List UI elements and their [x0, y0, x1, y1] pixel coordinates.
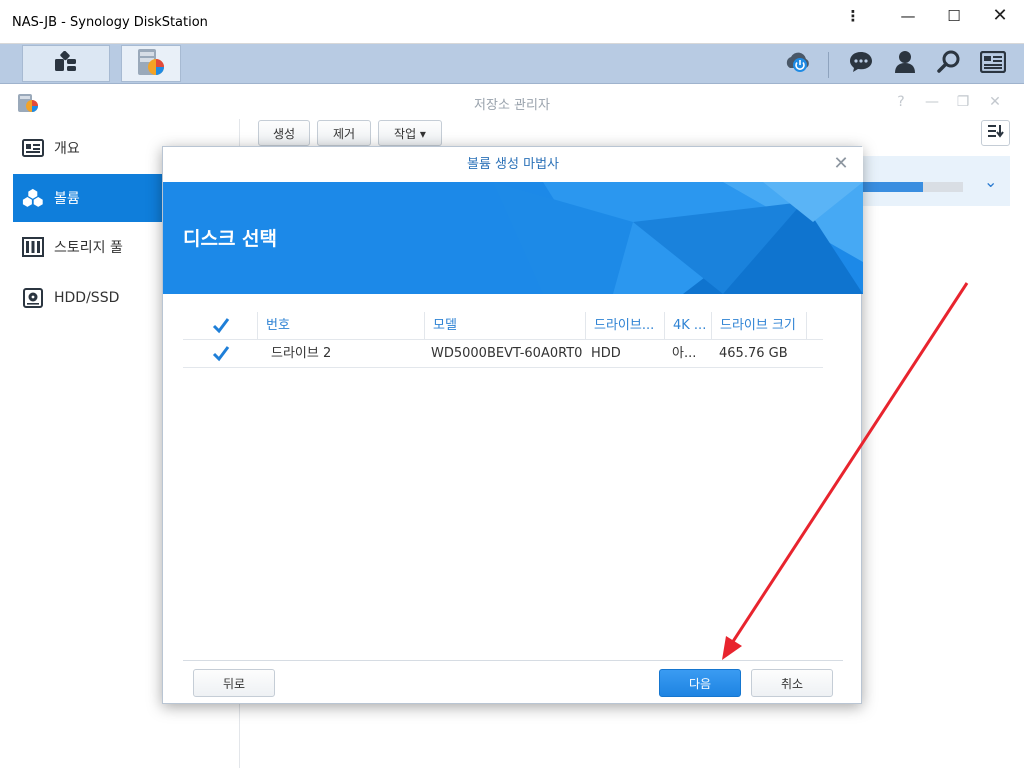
app-title: 저장소 관리자: [474, 98, 550, 113]
window-close-button[interactable]: ✕: [980, 6, 1020, 26]
create-button[interactable]: 생성: [258, 120, 310, 146]
dialog-title: 볼륨 생성 마법사: [163, 147, 863, 182]
select-all-column[interactable]: [183, 312, 258, 340]
row-checkbox-cell[interactable]: [183, 340, 258, 368]
column-header-number[interactable]: 번호: [258, 312, 425, 340]
next-button[interactable]: 다음: [659, 669, 741, 697]
dialog-banner: 디스크 선택: [163, 182, 863, 294]
sort-icon: [987, 124, 1004, 142]
sidebar-item-label: 볼륨: [54, 191, 80, 207]
action-dropdown-button[interactable]: 작업 ▾: [378, 120, 442, 146]
select-all-checkbox[interactable]: [212, 317, 230, 335]
chevron-down-icon[interactable]: ⌄: [984, 172, 997, 191]
app-restore-button[interactable]: ❐: [953, 93, 973, 111]
taskbar-separator: [828, 52, 829, 78]
row-checkbox[interactable]: [212, 345, 230, 363]
volume-icon: [22, 188, 44, 208]
window-menu-button[interactable]: ⋮: [833, 6, 873, 26]
remove-button[interactable]: 제거: [317, 120, 371, 146]
widgets-icon: [979, 50, 1007, 77]
widgets-button[interactable]: [979, 50, 1007, 77]
dialog-close-button[interactable]: ✕: [831, 154, 851, 174]
user-button[interactable]: [891, 51, 919, 77]
app-help-button[interactable]: ?: [891, 93, 911, 111]
search-button[interactable]: [935, 50, 963, 78]
window-titlebar: NAS-JB - Synology DiskStation ⋮ — ☐ ✕: [0, 0, 1024, 44]
user-icon: [894, 50, 916, 78]
volume-wizard-dialog: 볼륨 생성 마법사 ✕ 디스크 선택 번호 모델 드라이브... 4K ... …: [162, 146, 863, 704]
main-menu-button[interactable]: [22, 45, 110, 82]
window-minimize-button[interactable]: —: [888, 6, 928, 26]
cell-4k: 아...: [672, 346, 697, 361]
dialog-footer-divider: [183, 660, 843, 661]
column-header-size[interactable]: 드라이브 크기: [712, 312, 807, 340]
window-title: NAS-JB - Synology DiskStation: [12, 15, 208, 30]
column-header-model[interactable]: 모델: [425, 312, 586, 340]
sort-button[interactable]: [981, 120, 1010, 146]
wizard-step-title: 디스크 선택: [183, 228, 278, 250]
cloud-power-icon: [783, 50, 813, 78]
storage-pool-icon: [22, 237, 44, 257]
app-close-button[interactable]: ✕: [985, 93, 1005, 111]
hdd-icon: [22, 288, 44, 308]
volume-usage-fill: [862, 182, 923, 192]
overview-icon: [22, 138, 44, 158]
storage-manager-icon: [135, 47, 167, 81]
cell-number: 드라이브 2: [271, 346, 332, 361]
search-icon: [937, 50, 961, 78]
column-header-drive-type[interactable]: 드라이브...: [586, 312, 665, 340]
cloud-power-button[interactable]: [784, 51, 812, 77]
column-header-4k[interactable]: 4K ...: [665, 312, 712, 340]
app-minimize-button[interactable]: —: [922, 93, 942, 111]
cancel-button[interactable]: 취소: [751, 669, 833, 697]
sidebar-item-label: 스토리지 풀: [54, 240, 123, 256]
cell-model: WD5000BEVT-60A0RT0: [431, 346, 583, 361]
sidebar-item-label: 개요: [54, 141, 80, 157]
back-button[interactable]: 뒤로: [193, 669, 275, 697]
dsm-taskbar: [0, 44, 1024, 84]
disk-table-header: 번호 모델 드라이브... 4K ... 드라이브 크기: [183, 312, 823, 340]
table-row[interactable]: 드라이브 2 WD5000BEVT-60A0RT0 HDD 아... 465.7…: [183, 340, 823, 368]
cell-drive-type: HDD: [591, 346, 621, 361]
app-titlebar: 저장소 관리자 ? — ❐ ✕: [0, 85, 1024, 119]
chat-icon: [849, 51, 873, 77]
cell-size: 465.76 GB: [719, 346, 788, 361]
main-menu-icon: [54, 50, 78, 77]
chat-button[interactable]: [847, 51, 875, 77]
sidebar-item-label: HDD/SSD: [54, 290, 120, 306]
window-maximize-button[interactable]: ☐: [934, 6, 974, 26]
storage-manager-taskbar-button[interactable]: [121, 45, 181, 82]
